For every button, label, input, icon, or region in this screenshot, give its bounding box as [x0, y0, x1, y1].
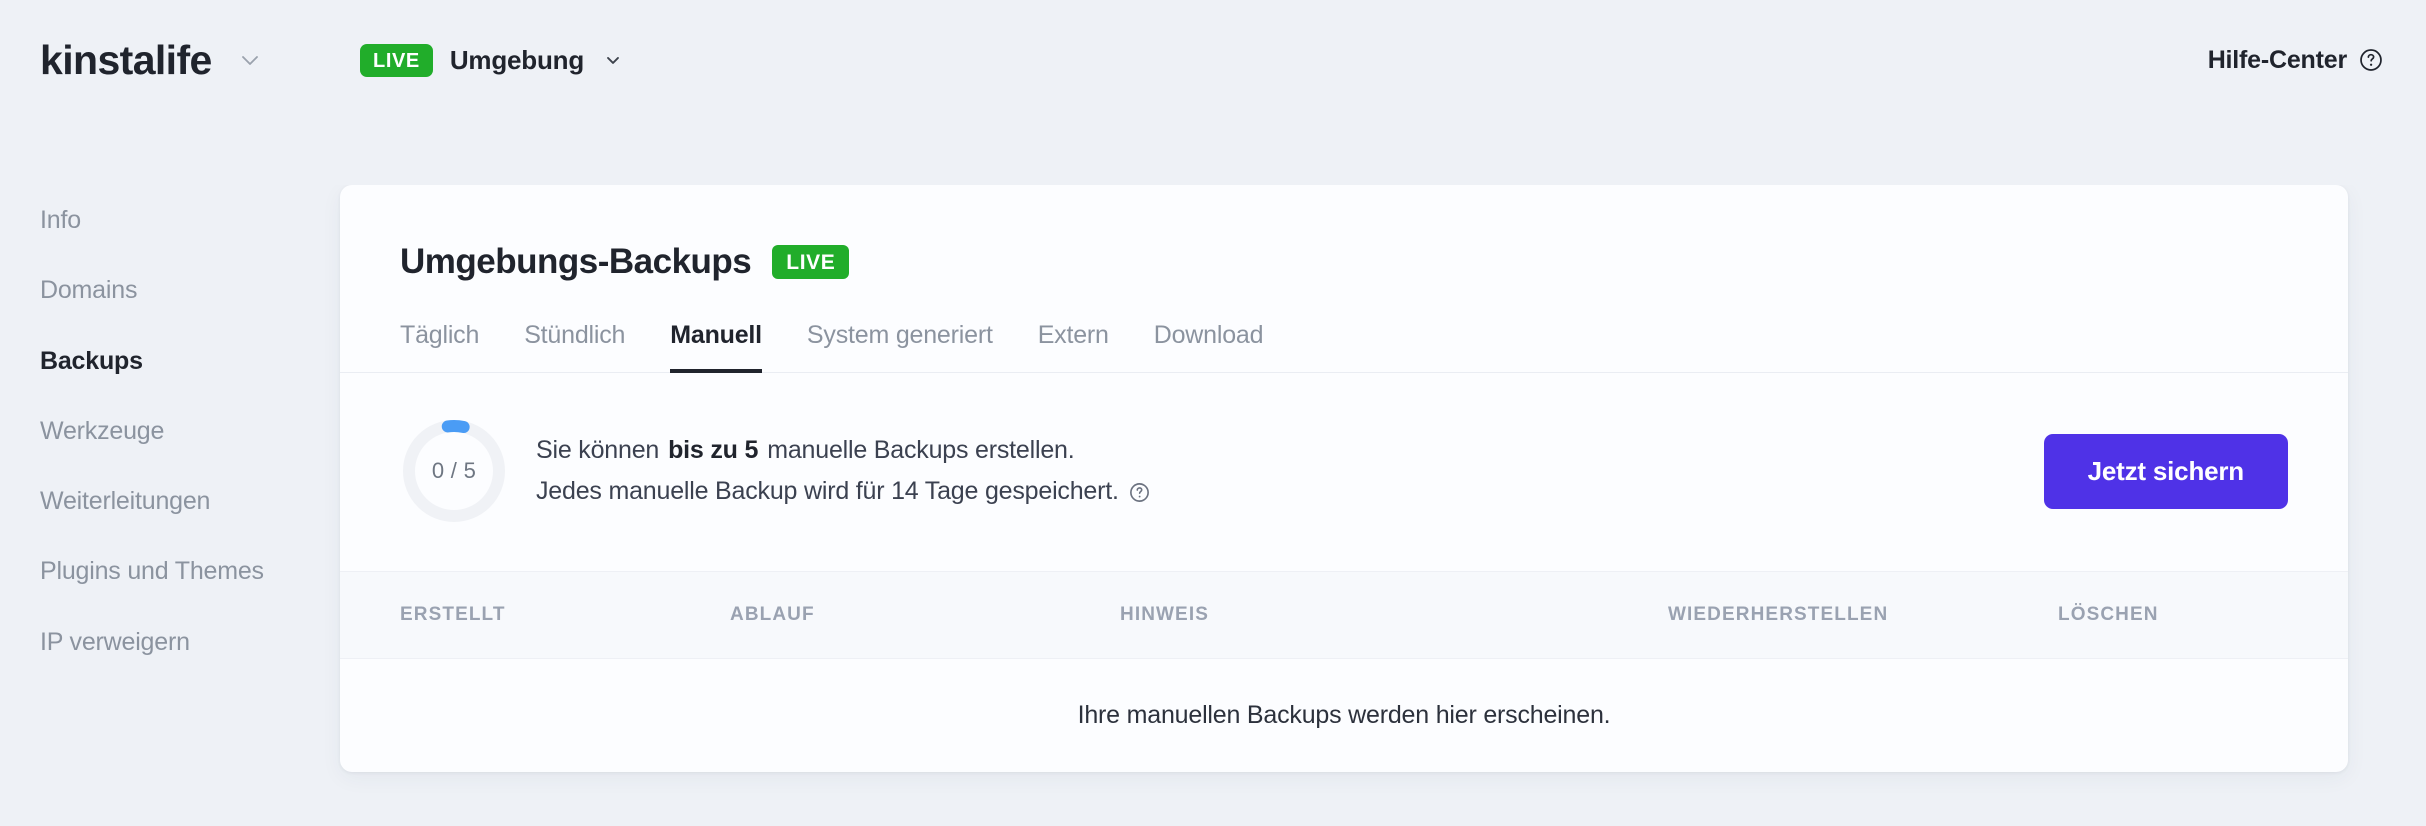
app-root: kinstalife LIVE Umgebung Hilfe-Center In…: [0, 0, 2426, 826]
brand-name: kinstalife: [40, 36, 212, 83]
card-title-row: Umgebungs-Backups LIVE: [400, 242, 2288, 282]
sidebar: Info Domains Backups Werkzeuge Weiterlei…: [0, 185, 340, 677]
sidebar-item-backups[interactable]: Backups: [40, 326, 340, 396]
sidebar-item-info[interactable]: Info: [40, 185, 340, 255]
quota-description: Sie können bis zu 5 manuelle Backups ers…: [536, 430, 1151, 512]
card-header: Umgebungs-Backups LIVE Täglich Stündlich…: [340, 185, 2348, 373]
backup-type-tabs: Täglich Stündlich Manuell System generie…: [340, 321, 2348, 373]
column-header-hinweis: HINWEIS: [1120, 604, 1209, 625]
sidebar-item-plugins-themes[interactable]: Plugins und Themes: [40, 536, 340, 606]
question-circle-icon[interactable]: [1128, 481, 1151, 504]
tab-download[interactable]: Download: [1154, 321, 1264, 373]
tab-stuendlich[interactable]: Stündlich: [524, 321, 625, 373]
sidebar-item-weiterleitungen[interactable]: Weiterleitungen: [40, 466, 340, 536]
chevron-down-icon[interactable]: [238, 48, 262, 72]
backups-table-empty-state: Ihre manuellen Backups werden hier ersch…: [1077, 701, 1611, 729]
body-row: Info Domains Backups Werkzeuge Weiterlei…: [0, 185, 2426, 826]
backups-card: Umgebungs-Backups LIVE Täglich Stündlich…: [340, 185, 2348, 772]
column-header-wiederherstellen: WIEDERHERSTELLEN: [1668, 604, 1889, 625]
environment-live-badge: LIVE: [360, 43, 433, 77]
column-header-ablauf: ABLAUF: [730, 604, 815, 625]
backup-quota-ring: 0 / 5: [400, 417, 508, 525]
quota-ring-label: 0 / 5: [431, 458, 477, 483]
title-live-badge: LIVE: [772, 245, 850, 279]
column-header-erstellt: ERSTELLT: [400, 604, 506, 625]
chevron-down-icon[interactable]: [603, 50, 623, 70]
quota-line1-strong: bis zu 5: [668, 436, 759, 465]
main-content: Umgebungs-Backups LIVE Täglich Stündlich…: [340, 185, 2426, 772]
quota-line-2: Jedes manuelle Backup wird für 14 Tage g…: [536, 471, 1151, 512]
help-center-link[interactable]: Hilfe-Center: [2208, 0, 2426, 120]
quota-line1-suffix: manuelle Backups erstellen.: [767, 436, 1075, 465]
backups-table-header: ERSTELLT ABLAUF HINWEIS WIEDERHERSTELLEN…: [340, 572, 2348, 659]
help-center-label: Hilfe-Center: [2207, 45, 2347, 74]
tab-extern[interactable]: Extern: [1038, 321, 1109, 373]
tab-system-generiert[interactable]: System generiert: [807, 321, 993, 373]
column-header-loeschen: LÖSCHEN: [2058, 604, 2159, 625]
quota-section: 0 / 5 Sie können bis zu 5 manuelle Backu…: [340, 373, 2348, 572]
quota-line-1: Sie können bis zu 5 manuelle Backups ers…: [536, 430, 1151, 471]
environment-label: Umgebung: [449, 44, 585, 75]
tab-taeglich[interactable]: Täglich: [400, 321, 479, 373]
sidebar-item-domains[interactable]: Domains: [40, 255, 340, 325]
sidebar-item-werkzeuge[interactable]: Werkzeuge: [40, 396, 340, 466]
quota-line1-prefix: Sie können: [536, 436, 660, 465]
environment-selector[interactable]: LIVE Umgebung: [340, 0, 623, 120]
quota-line2-text: Jedes manuelle Backup wird für 14 Tage g…: [536, 477, 1119, 505]
brand-block: kinstalife: [0, 0, 340, 120]
sidebar-item-ip-verweigern[interactable]: IP verweigern: [40, 607, 340, 677]
top-bar: kinstalife LIVE Umgebung Hilfe-Center: [0, 0, 2426, 185]
tab-manuell[interactable]: Manuell: [670, 321, 762, 373]
question-circle-icon: [2358, 47, 2384, 73]
jetzt-sichern-button[interactable]: Jetzt sichern: [2043, 433, 2288, 509]
page-title: Umgebungs-Backups: [400, 242, 752, 281]
